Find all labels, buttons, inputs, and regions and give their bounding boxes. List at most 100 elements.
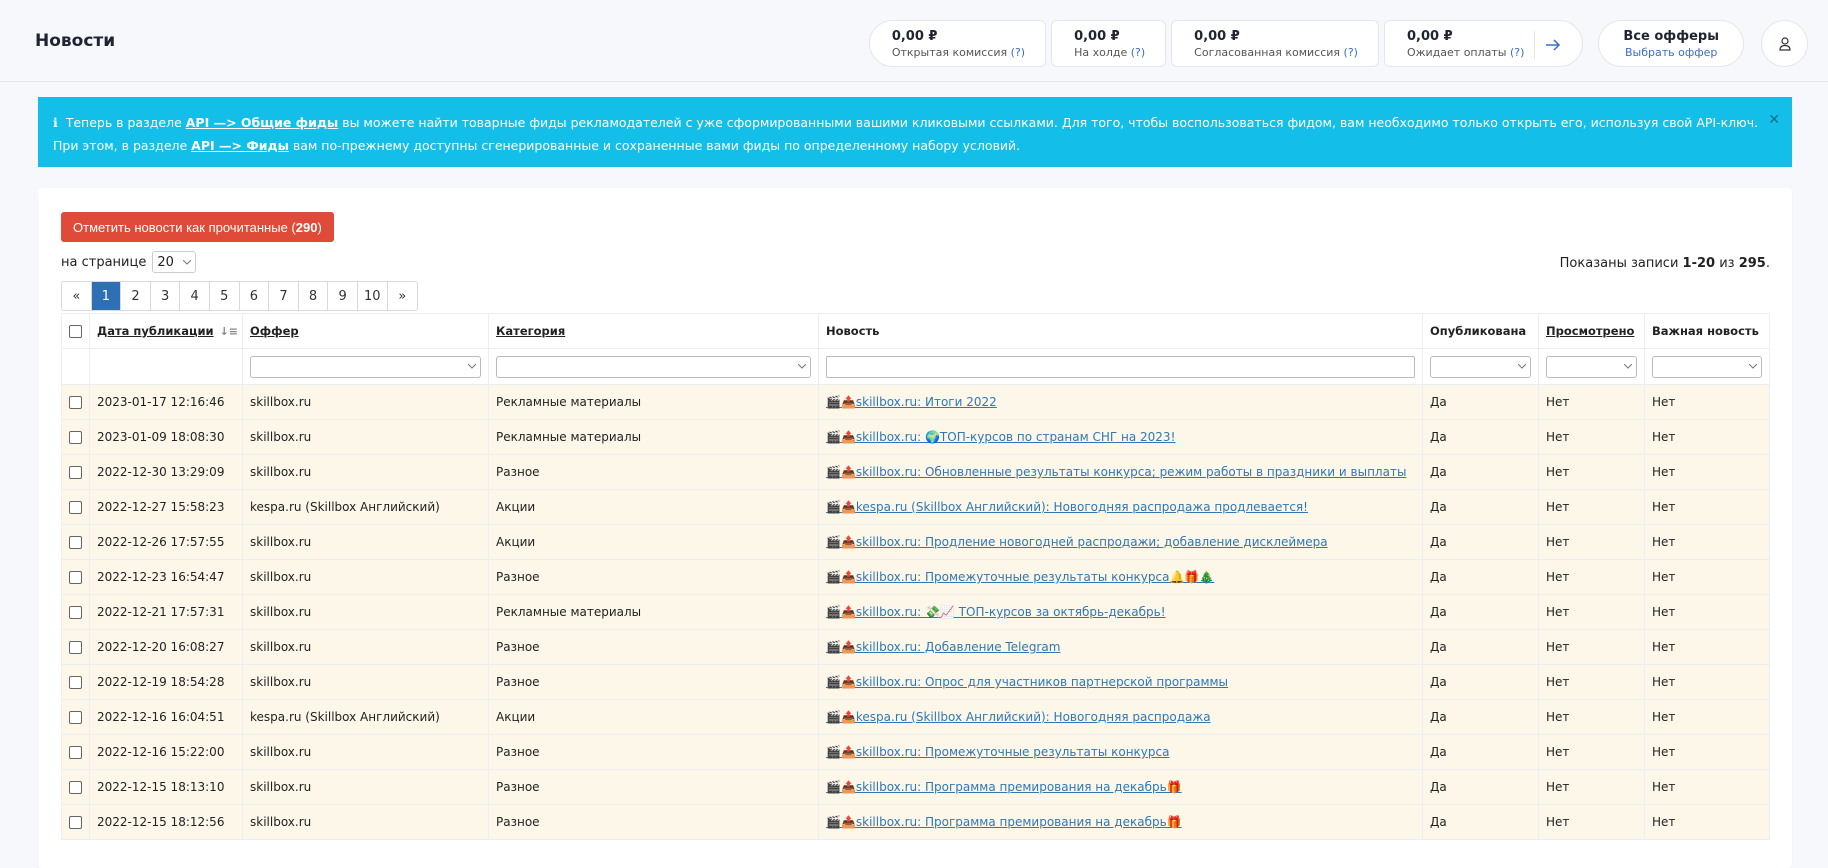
help-link[interactable]: (?) [1131, 46, 1145, 59]
news-link[interactable]: 🎬📤kespa.ru (Skillbox Английский): Нового… [826, 710, 1211, 724]
close-icon[interactable]: ✕ [1768, 109, 1780, 132]
api-common-feeds-link[interactable]: API —> Общие фиды [186, 115, 338, 130]
important-filter-select[interactable] [1652, 355, 1762, 378]
table-row: 2022-12-30 13:29:09 skillbox.ru Разное 🎬📤sk… [61, 454, 1770, 490]
table-row: 2022-12-23 16:54:47 skillbox.ru Разное 🎬📤sk… [61, 559, 1770, 595]
news-link[interactable]: 🎬📤skillbox.ru: 💸📈 ТОП-курсов за октябрь-… [826, 605, 1166, 619]
news-link[interactable]: 🎬📤skillbox.ru: Промежуточные результаты … [826, 745, 1169, 759]
cell-published: Да [1430, 465, 1447, 479]
page-5[interactable]: 5 [209, 282, 240, 310]
category-filter-select[interactable] [496, 355, 811, 378]
news-link[interactable]: 🎬📤skillbox.ru: Промежуточные результаты … [826, 570, 1214, 584]
column-viewed[interactable]: Просмотрено [1538, 313, 1645, 349]
page-8[interactable]: 8 [298, 282, 329, 310]
news-link[interactable]: 🎬📤skillbox.ru: Обновленные результаты ко… [826, 465, 1406, 479]
cell-category: Разное [496, 780, 540, 794]
cell-category: Рекламные материалы [496, 430, 642, 444]
select-offer-link[interactable]: Выбрать оффер [1623, 45, 1719, 61]
cell-viewed: Нет [1546, 535, 1570, 549]
cell-offer: skillbox.ru [250, 815, 312, 829]
row-checkbox[interactable] [69, 676, 82, 689]
cell-category: Акции [496, 710, 536, 724]
cell-offer: skillbox.ru [250, 570, 312, 584]
cell-offer: kespa.ru (Skillbox Английский) [250, 710, 440, 724]
cell-date: 2022-12-16 15:22:00 [97, 745, 225, 759]
help-link[interactable]: (?) [1510, 46, 1524, 59]
page-next[interactable]: » [387, 282, 418, 310]
help-link[interactable]: (?) [1344, 46, 1358, 59]
row-checkbox[interactable] [69, 431, 82, 444]
cell-published: Да [1430, 710, 1447, 724]
news-link[interactable]: 🎬📤skillbox.ru: Продление новогодней расп… [826, 535, 1328, 549]
news-link[interactable]: 🎬📤skillbox.ru: Программа премирования на… [826, 780, 1182, 794]
table-row: 2022-12-15 18:12:56 skillbox.ru Разное 🎬📤sk… [61, 804, 1770, 840]
news-link[interactable]: 🎬📤skillbox.ru: Добавление Telegram [826, 640, 1060, 654]
cell-date: 2023-01-09 18:08:30 [97, 430, 225, 444]
news-link[interactable]: 🎬📤skillbox.ru: 🌍ТОП-курсов по странам СН… [826, 430, 1175, 444]
stat-awaiting-payment: 0,00 ₽ Ожидает оплаты (?) [1383, 20, 1584, 67]
cell-viewed: Нет [1546, 675, 1570, 689]
published-filter-select[interactable] [1430, 355, 1531, 378]
offer-filter-select[interactable] [250, 355, 481, 378]
cell-viewed: Нет [1546, 465, 1570, 479]
stat-label: Согласованная комиссия [1194, 46, 1341, 59]
page-10[interactable]: 10 [357, 282, 388, 310]
arrow-right-icon[interactable] [1534, 31, 1562, 59]
page-prev[interactable]: « [62, 282, 92, 310]
row-checkbox[interactable] [69, 571, 82, 584]
news-filter-input[interactable] [826, 355, 1415, 378]
chevron-down-icon [1624, 364, 1632, 369]
page-2[interactable]: 2 [121, 282, 151, 310]
page-header: Новости 0,00 ₽ Открытая комиссия (?) 0,0… [0, 0, 1828, 82]
page-9[interactable]: 9 [328, 282, 358, 310]
per-page-control: на странице 20 [61, 251, 197, 273]
chevron-down-icon [798, 364, 806, 369]
row-checkbox[interactable] [69, 816, 82, 829]
row-checkbox[interactable] [69, 641, 82, 654]
row-checkbox[interactable] [69, 711, 82, 724]
cell-important: Нет [1652, 605, 1676, 619]
cell-important: Нет [1652, 430, 1676, 444]
page-6[interactable]: 6 [239, 282, 270, 310]
per-page-select[interactable]: 20 [152, 251, 197, 273]
page-3[interactable]: 3 [150, 282, 181, 310]
row-checkbox[interactable] [69, 466, 82, 479]
sort-icon: ↓≡ [219, 325, 239, 338]
cell-published: Да [1430, 640, 1447, 654]
cell-important: Нет [1652, 465, 1676, 479]
news-link[interactable]: 🎬📤skillbox.ru: Опрос для участников парт… [826, 675, 1228, 689]
user-icon[interactable] [1761, 20, 1808, 67]
mark-all-read-button[interactable]: Отметить новости как прочитанные (290) [61, 212, 334, 242]
column-offer[interactable]: Оффер [242, 313, 489, 349]
cell-published: Да [1430, 395, 1447, 409]
column-category[interactable]: Категория [488, 313, 819, 349]
chevron-down-icon [183, 259, 192, 265]
page-1[interactable]: 1 [91, 282, 122, 310]
row-checkbox[interactable] [69, 781, 82, 794]
cell-important: Нет [1652, 640, 1676, 654]
viewed-filter-select[interactable] [1546, 355, 1637, 378]
row-checkbox[interactable] [69, 396, 82, 409]
api-feeds-link[interactable]: API —> Фиды [191, 138, 289, 153]
page-4[interactable]: 4 [180, 282, 210, 310]
cell-viewed: Нет [1546, 640, 1570, 654]
cell-published: Да [1430, 535, 1447, 549]
row-checkbox[interactable] [69, 606, 82, 619]
news-link[interactable]: 🎬📤kespa.ru (Skillbox Английский): Нового… [826, 500, 1308, 514]
column-published: Опубликована [1422, 313, 1539, 349]
news-link[interactable]: 🎬📤skillbox.ru: Итоги 2022 [826, 395, 997, 409]
chevron-down-icon [1518, 364, 1526, 369]
row-checkbox[interactable] [69, 501, 82, 514]
select-all-checkbox[interactable] [69, 325, 82, 338]
column-date[interactable]: Дата публикации ↓≡ [89, 313, 243, 349]
cell-published: Да [1430, 780, 1447, 794]
page-7[interactable]: 7 [269, 282, 299, 310]
row-checkbox[interactable] [69, 746, 82, 759]
offers-selector[interactable]: Все офферы Выбрать оффер [1598, 20, 1744, 67]
news-link[interactable]: 🎬📤skillbox.ru: Программа премирования на… [826, 815, 1182, 829]
stat-agreed-commission: 0,00 ₽ Согласованная комиссия (?) [1171, 20, 1379, 67]
row-checkbox[interactable] [69, 536, 82, 549]
help-link[interactable]: (?) [1011, 46, 1025, 59]
cell-important: Нет [1652, 500, 1676, 514]
pagination: « 1 2 3 4 5 6 7 8 9 10 » [61, 281, 419, 311]
